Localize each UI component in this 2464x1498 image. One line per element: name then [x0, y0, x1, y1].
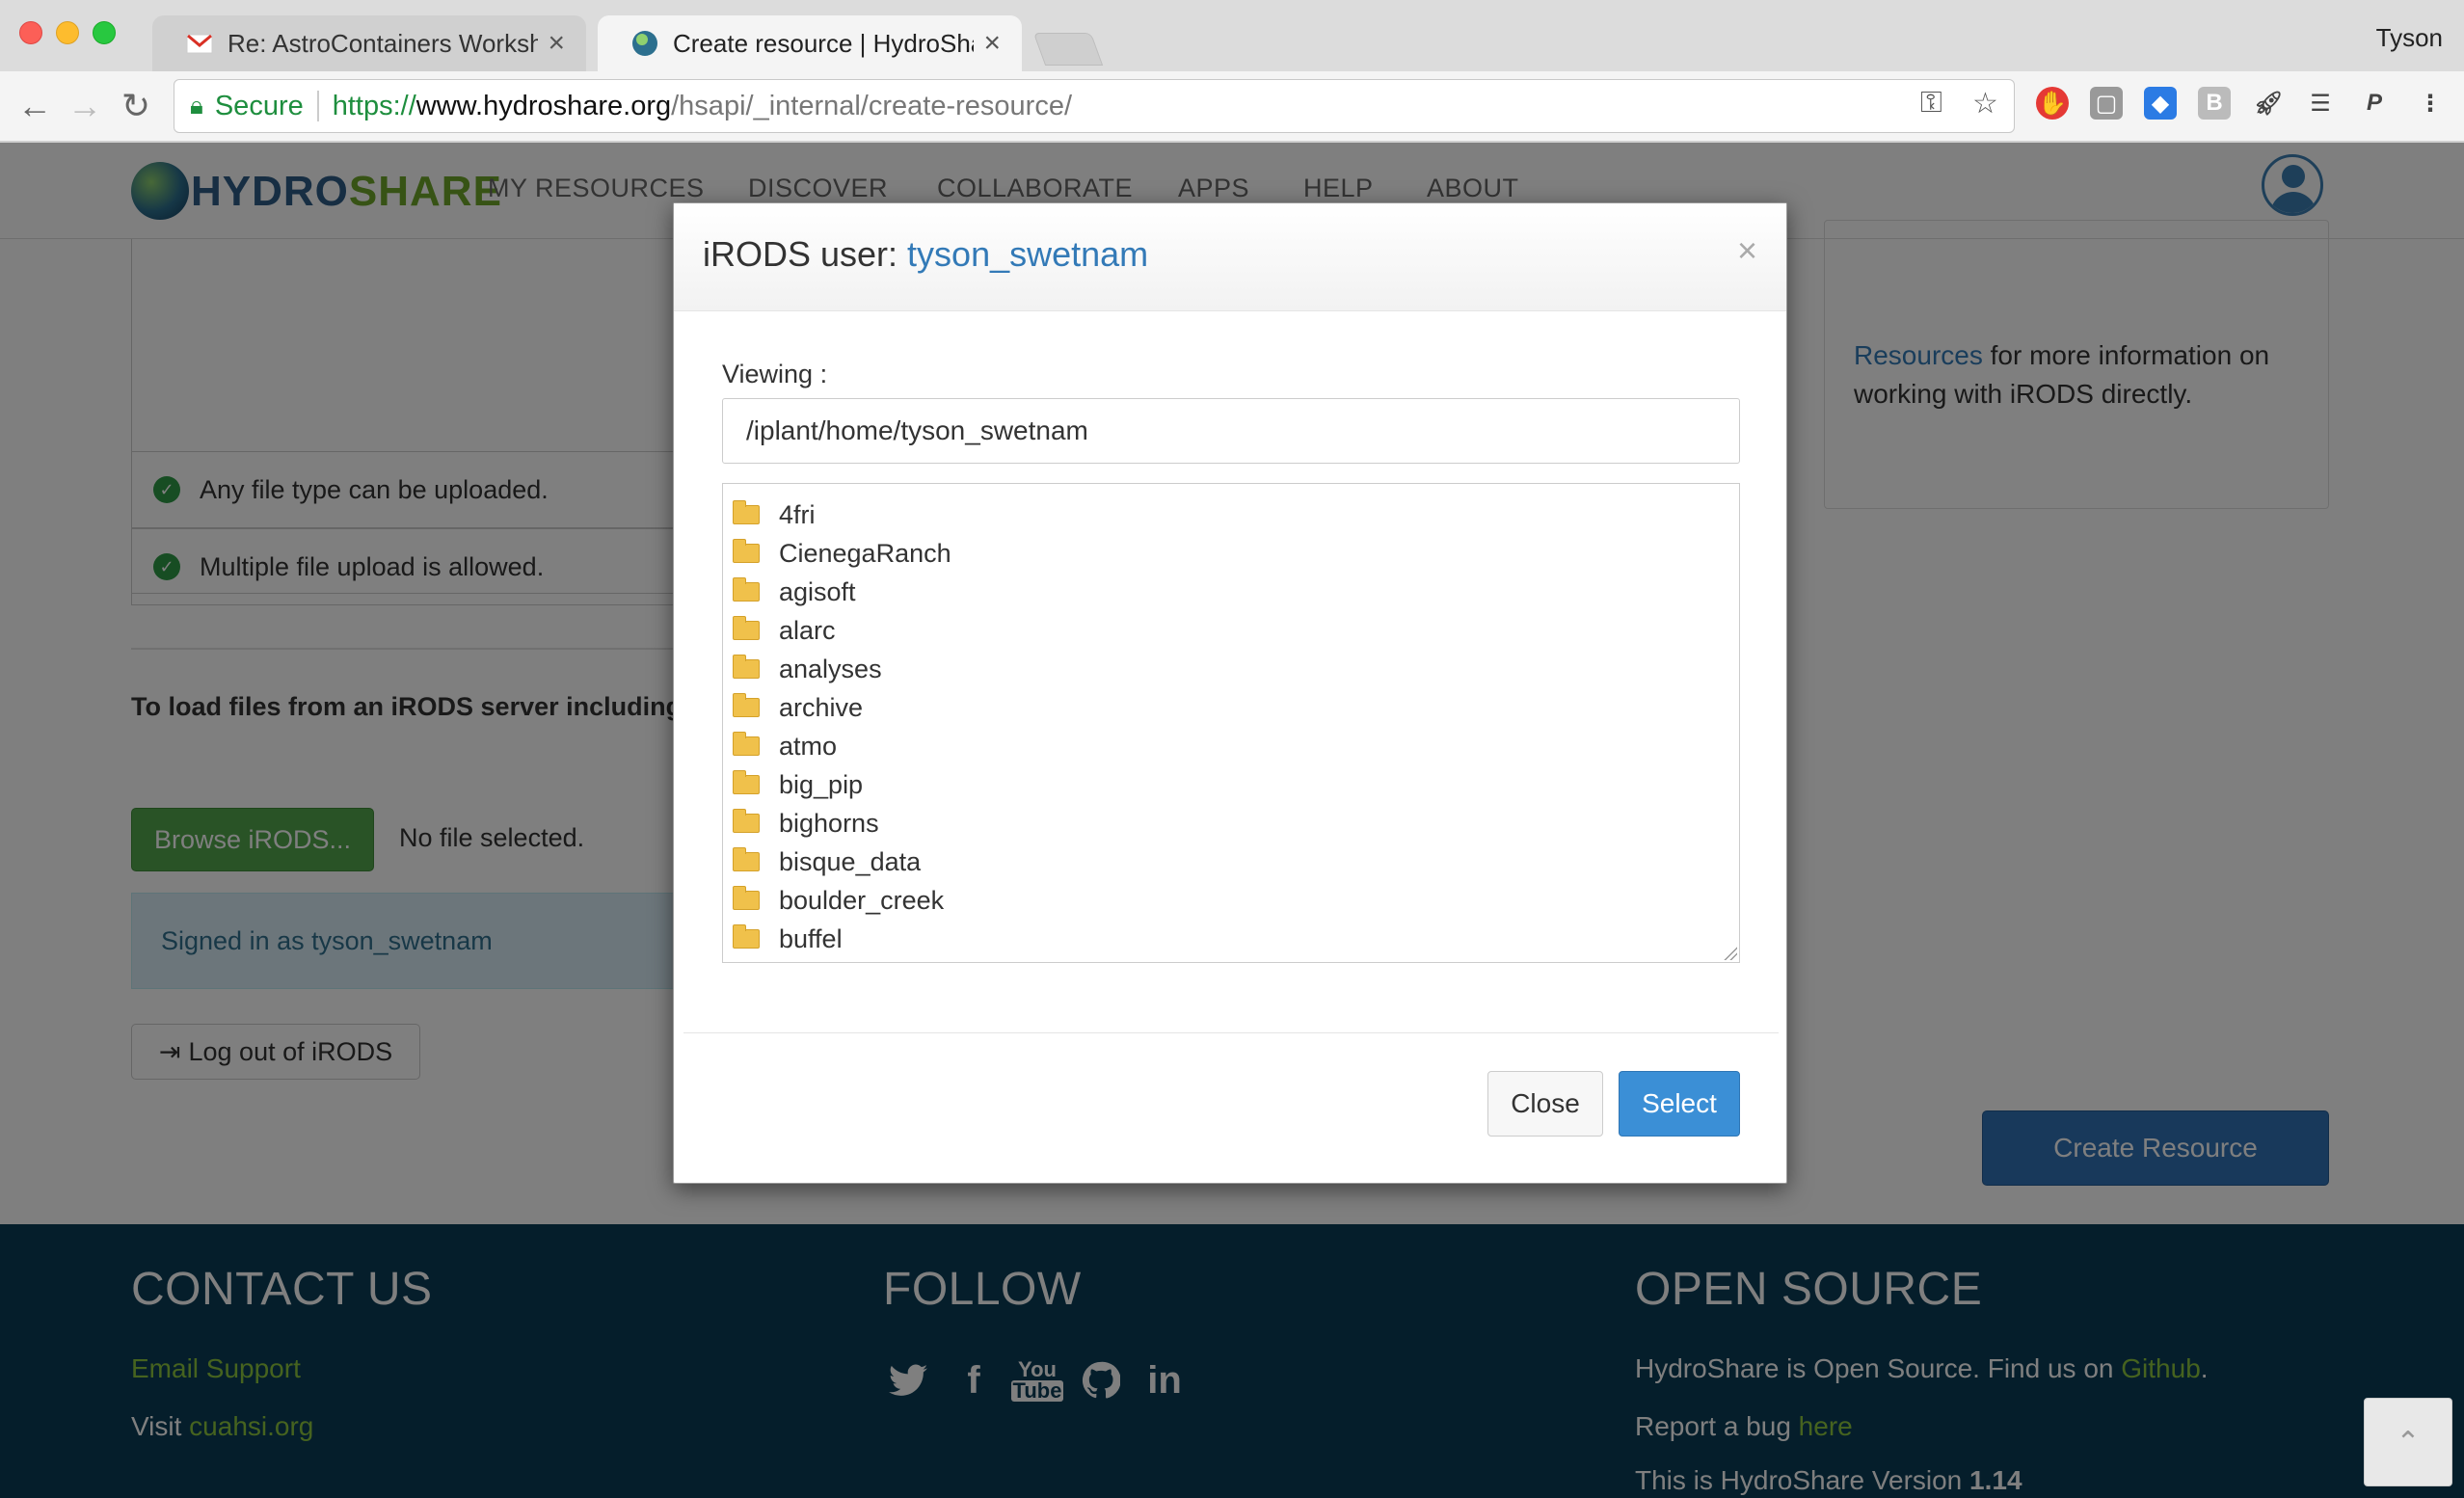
folder-icon [733, 500, 760, 524]
folder-node[interactable]: bisque_data [723, 843, 1739, 881]
browser-profile-name[interactable]: Tyson [2376, 23, 2443, 53]
resize-handle-icon[interactable] [1724, 947, 1737, 960]
menu-kebab-icon[interactable]: ⋮ [2414, 87, 2447, 120]
folder-node[interactable]: atmo [723, 727, 1739, 765]
folder-node[interactable]: agisoft [723, 573, 1739, 611]
folder-icon [733, 847, 760, 871]
folder-label: alarc [779, 615, 836, 645]
folder-node[interactable]: bighorns [723, 804, 1739, 843]
folder-label: atmo [779, 731, 838, 761]
viewing-label: Viewing : [722, 360, 828, 388]
tab-close-icon[interactable]: × [548, 27, 565, 60]
folder-node[interactable]: CienegaRanch [723, 534, 1739, 573]
folder-label: agisoft [779, 576, 856, 606]
url-path: /hsapi/_internal/create-resource/ [671, 90, 1073, 121]
modal-title: iRODS user: tyson_swetnam [703, 234, 1149, 274]
lock-icon: 🔒︎ [190, 91, 203, 120]
select-button[interactable]: Select [1619, 1071, 1740, 1137]
irods-username: tyson_swetnam [907, 234, 1149, 274]
tab-close-icon[interactable]: × [983, 27, 1001, 60]
folder-icon [733, 655, 760, 679]
back-arrow-icon[interactable]: ← [17, 87, 52, 125]
folder-label: CienegaRanch [779, 538, 951, 568]
modal-close-icon[interactable]: × [1737, 230, 1757, 271]
window-maximize-button[interactable] [93, 21, 116, 44]
folder-icon [733, 886, 760, 910]
b-extension-icon[interactable]: B [2198, 87, 2231, 120]
folder-label: 4fri [779, 499, 816, 529]
browser-tab-gmail[interactable]: Re: AstroContainers Workshop × [152, 15, 586, 71]
scroll-to-top-button[interactable]: ⌃ [2364, 1398, 2452, 1486]
reload-icon[interactable]: ↻ [121, 87, 150, 125]
folder-node[interactable]: big_pip [723, 765, 1739, 804]
browser-tab-hydroshare[interactable]: Create resource | HydroShare × [598, 15, 1022, 71]
folder-node[interactable]: archive [723, 688, 1739, 727]
hydroshare-favicon-icon [632, 31, 657, 56]
rocket-extension-icon[interactable]: 🚀︎ [2252, 87, 2285, 120]
p-extension-icon[interactable]: P [2358, 87, 2391, 120]
extension-icon[interactable]: ▢ [2090, 87, 2123, 120]
modal-header: iRODS user: tyson_swetnam × [674, 203, 1786, 311]
folder-icon [733, 693, 760, 717]
folder-icon [733, 770, 760, 794]
folder-icon [733, 924, 760, 949]
folder-node[interactable]: analyses [723, 650, 1739, 688]
tab-title: Re: AstroContainers Workshop [228, 28, 539, 58]
bookmark-star-icon[interactable]: ☆ [1972, 87, 1998, 120]
key-icon[interactable]: ⚿ [1920, 87, 1942, 120]
folder-node[interactable]: alarc [723, 611, 1739, 650]
folder-node[interactable]: buffel [723, 920, 1739, 958]
browser-tab-bar: Re: AstroContainers Workshop × Create re… [0, 0, 2464, 71]
folder-label: big_pip [779, 769, 864, 799]
folder-icon [733, 809, 760, 833]
folder-label: buffel [779, 923, 843, 953]
irods-browser-modal: iRODS user: tyson_swetnam × Viewing : 4f… [673, 202, 1787, 1184]
new-tab-button[interactable] [1032, 33, 1104, 66]
folder-label: bisque_data [779, 846, 922, 876]
folder-node[interactable]: boulder_creek [723, 881, 1739, 920]
adblock-extension-icon[interactable]: ✋ [2036, 87, 2069, 120]
irods-folder-tree[interactable]: 4fri CienegaRanch agisoft alarc analyses arch… [722, 483, 1740, 963]
url-scheme: https:// [332, 90, 416, 121]
folder-label: archive [779, 692, 864, 722]
list-extension-icon[interactable]: ☰ [2304, 87, 2337, 120]
address-bar[interactable]: 🔒︎ Secure https:// www.hydroshare.org /h… [174, 79, 2015, 133]
secure-label: Secure [214, 90, 304, 121]
chevron-up-icon: ⌃ [2396, 1426, 2421, 1458]
gmail-icon [186, 34, 213, 54]
window-minimize-button[interactable] [56, 21, 79, 44]
folder-node[interactable]: 4fri [723, 495, 1739, 534]
folder-label: analyses [779, 654, 882, 683]
irods-path-input[interactable] [722, 398, 1740, 464]
address-separator [316, 91, 319, 121]
window-close-button[interactable] [19, 21, 42, 44]
folder-icon [733, 732, 760, 756]
dropbox-extension-icon[interactable]: ◆ [2144, 87, 2177, 120]
folder-icon [733, 616, 760, 640]
forward-arrow-icon[interactable]: → [67, 87, 102, 125]
folder-icon [733, 539, 760, 563]
modal-footer-divider [683, 1032, 1779, 1033]
folder-label: bighorns [779, 808, 879, 838]
close-button[interactable]: Close [1487, 1071, 1603, 1137]
url-host: www.hydroshare.org [415, 90, 672, 121]
tab-title: Create resource | HydroShare [673, 28, 975, 58]
folder-icon [733, 577, 760, 602]
folder-label: boulder_creek [779, 885, 945, 915]
